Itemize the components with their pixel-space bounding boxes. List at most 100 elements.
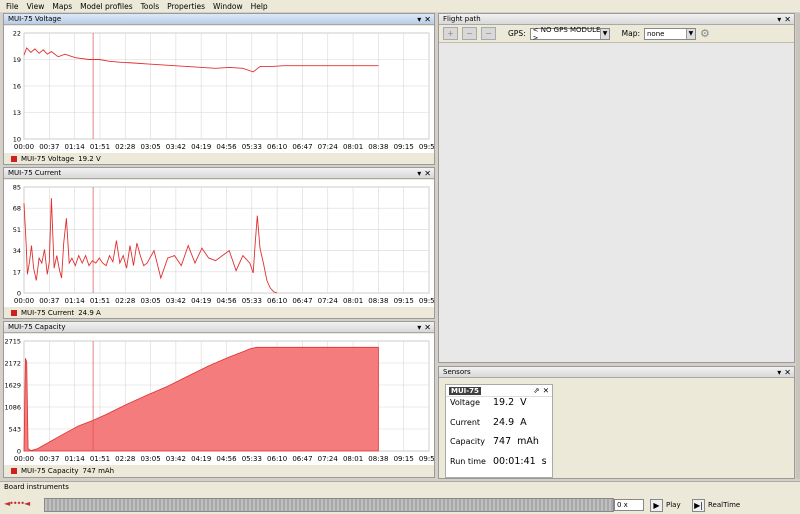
close-icon[interactable]: ✕ (543, 386, 549, 395)
menu-maps[interactable]: Maps (49, 2, 77, 11)
menu-model-profiles[interactable]: Model profiles (77, 2, 138, 11)
x-tick-label: 03:42 (166, 143, 186, 151)
sensors-title: Sensors (443, 368, 471, 376)
flight-path-toolbar: + − − GPS: < NO GPS MODULE > ▼ Map: none… (439, 25, 794, 43)
x-tick-label: 08:01 (343, 143, 363, 151)
x-tick-label: 09:15 (394, 297, 414, 305)
close-icon[interactable]: ✕ (424, 323, 431, 332)
x-tick-label: 04:56 (216, 297, 237, 305)
current-legend: MUI-75 Current 24.9 A (11, 308, 101, 318)
x-tick-label: 07:24 (318, 143, 339, 151)
x-tick-label: 01:51 (90, 143, 110, 151)
gps-label: GPS: (508, 29, 526, 38)
x-tick-label: 03:05 (140, 297, 160, 305)
zoom-in-button[interactable]: + (443, 27, 458, 40)
current-legend-label: MUI-75 Current (21, 309, 75, 317)
flight-path-title-bar[interactable]: Flight path ▾ ✕ (439, 14, 794, 25)
y-tick-label: 17 (13, 268, 21, 276)
y-tick-label: 543 (9, 426, 21, 434)
x-tick-label: 06:47 (292, 297, 312, 305)
y-tick-label: 13 (13, 109, 21, 117)
sensor-label: Voltage (450, 398, 481, 407)
speed-value: 0 x (617, 501, 628, 509)
menu-file[interactable]: File (3, 2, 24, 11)
y-tick-label: 0 (17, 448, 21, 456)
voltage-panel-title: MUI-75 Voltage (8, 15, 62, 23)
x-tick-label: 00:37 (39, 297, 59, 305)
x-tick-label: 05:33 (242, 143, 262, 151)
voltage-chart[interactable]: 00:00 00:37 01:14 01:51 02:28 03:05 03:42 04:19… (4, 26, 434, 153)
sensor-value: 00:01:41 (493, 455, 536, 467)
x-tick-label: 01:51 (90, 455, 110, 463)
panel-menu-icon[interactable]: ▾ (777, 368, 781, 377)
sensor-card-title: MUI-75 (449, 386, 481, 395)
capacity-chart[interactable]: 00:00 00:37 01:14 01:51 02:28 03:05 03:42 04:19… (4, 334, 434, 465)
play-button[interactable]: ▶ Play (650, 498, 681, 512)
sensor-card-title-bar[interactable]: MUI-75 ⇗ ✕ (446, 385, 552, 397)
voltage-legend-value: 19.2 V (78, 155, 101, 163)
x-tick-label: 06:10 (267, 297, 287, 305)
close-icon[interactable]: ✕ (424, 15, 431, 24)
voltage-panel-title-bar[interactable]: MUI-75 Voltage ▾ ✕ (4, 14, 434, 25)
zoom-out-button[interactable]: − (462, 27, 477, 40)
sensors-title-bar[interactable]: Sensors ▾ ✕ (439, 367, 794, 378)
y-tick-label: 85 (13, 184, 21, 192)
x-tick-label: 02:28 (115, 297, 135, 305)
legend-swatch (11, 310, 17, 316)
menu-view[interactable]: View (24, 2, 50, 11)
x-tick-label: 08:38 (368, 143, 388, 151)
x-tick-label: 03:42 (166, 455, 186, 463)
gear-icon[interactable]: ⚙ (700, 27, 710, 40)
detach-icon[interactable]: ⇗ (533, 386, 539, 395)
sensor-value: 747 (493, 436, 512, 447)
realtime-label: RealTime (708, 501, 741, 509)
x-tick-label: 02:28 (115, 143, 135, 151)
x-tick-label: 03:05 (140, 455, 160, 463)
reset-view-button[interactable]: − (481, 27, 496, 40)
voltage-legend-label: MUI-75 Voltage (21, 155, 75, 163)
menu-help[interactable]: Help (248, 2, 273, 11)
capacity-panel-title: MUI-75 Capacity (8, 323, 66, 331)
x-tick-label: 08:01 (343, 297, 363, 305)
x-tick-label: 04:19 (191, 297, 211, 305)
x-tick-label: 09:15 (394, 455, 414, 463)
x-tick-label: 03:05 (140, 143, 160, 151)
current-legend-value: 24.9 A (78, 309, 101, 317)
y-tick-label: 2172 (4, 360, 21, 368)
x-tick-label: 09:52 (419, 297, 434, 305)
x-tick-label: 09:52 (419, 143, 434, 151)
close-icon[interactable]: ✕ (784, 368, 791, 377)
panel-menu-icon[interactable]: ▾ (417, 169, 421, 178)
x-tick-label: 01:14 (65, 455, 86, 463)
right-scroll-strip[interactable] (796, 13, 800, 479)
sensor-unit: mAh (517, 436, 539, 447)
x-tick-label: 08:01 (343, 455, 363, 463)
legend-swatch (11, 156, 17, 162)
menu-window[interactable]: Window (210, 2, 248, 11)
close-icon[interactable]: ✕ (424, 169, 431, 178)
realtime-button[interactable]: ▶| RealTime (692, 498, 740, 512)
current-chart[interactable]: 00:00 00:37 01:14 01:51 02:28 03:05 03:42 04:19… (4, 180, 434, 307)
play-icon: ▶ (650, 498, 663, 512)
panel-menu-icon[interactable]: ▾ (417, 323, 421, 332)
menu-properties[interactable]: Properties (164, 2, 210, 11)
flight-path-map[interactable] (439, 44, 794, 362)
panel-menu-icon[interactable]: ▾ (777, 15, 781, 24)
x-tick-label: 01:14 (65, 297, 86, 305)
x-tick-label: 09:15 (394, 143, 414, 151)
gps-select[interactable]: < NO GPS MODULE > ▼ (529, 26, 610, 42)
current-panel-title-bar[interactable]: MUI-75 Current ▾ ✕ (4, 168, 434, 179)
speed-field[interactable]: 0 x (614, 499, 644, 511)
y-tick-label: 19 (13, 56, 21, 64)
capacity-panel-title-bar[interactable]: MUI-75 Capacity ▾ ✕ (4, 322, 434, 333)
capacity-legend-value: 747 mAh (82, 467, 115, 475)
playback-track[interactable] (44, 498, 614, 512)
x-tick-label: 08:38 (368, 455, 388, 463)
panel-menu-icon[interactable]: ▾ (417, 15, 421, 24)
x-tick-label: 06:10 (267, 143, 287, 151)
flight-path-panel: Flight path ▾ ✕ + − − GPS: < NO GPS MODUL… (438, 13, 795, 363)
close-icon[interactable]: ✕ (784, 15, 791, 24)
map-select[interactable]: none ▼ (643, 27, 696, 40)
y-tick-label: 51 (13, 226, 21, 234)
menu-tools[interactable]: Tools (138, 2, 164, 11)
